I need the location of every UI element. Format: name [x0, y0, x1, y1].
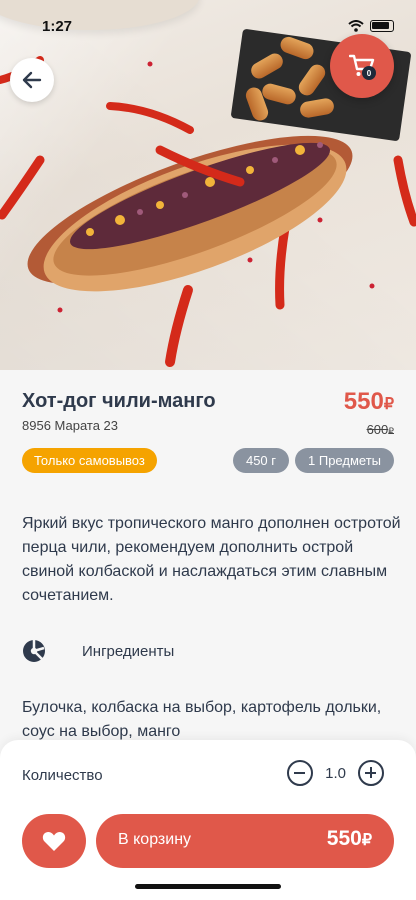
back-arrow-icon — [22, 71, 42, 89]
price-currency: ₽ — [383, 396, 394, 413]
home-indicator[interactable] — [135, 884, 281, 889]
battery-icon — [370, 20, 394, 32]
quantity-stepper: 1.0 — [287, 760, 384, 786]
ingredients-header[interactable]: Ингредиенты — [22, 638, 402, 664]
pickup-only-badge: Только самовывоз — [22, 448, 157, 473]
product-price: 550₽ — [344, 388, 394, 416]
ingredients-text: Булочка, колбаска на выбор, картофель до… — [22, 699, 382, 740]
cart-count-badge: 0 — [362, 66, 376, 80]
quantity-label: Количество — [22, 767, 103, 784]
status-icons — [348, 20, 394, 32]
add-to-cart-label: В корзину — [118, 831, 192, 848]
add-price-value: 550 — [326, 827, 362, 850]
heart-icon — [42, 831, 66, 851]
product-title: Хот-дог чили-манго — [22, 390, 216, 412]
items-chip: 1 Предметы — [295, 448, 394, 473]
ingredients-icon — [23, 640, 45, 662]
favorite-button[interactable] — [22, 814, 86, 868]
add-to-cart-price: 550₽ — [327, 827, 372, 851]
product-address: 8956 Марата 23 — [22, 418, 119, 433]
add-to-cart-button[interactable]: В корзину 550₽ — [96, 814, 394, 868]
product-description: Яркий вкус тропического манго дополнен о… — [22, 515, 401, 604]
quantity-value: 1.0 — [325, 764, 346, 782]
minus-icon[interactable] — [287, 760, 314, 786]
bottom-bar: Количество 1.0 В корзину 550₽ — [0, 740, 416, 900]
plus-icon[interactable] — [358, 760, 384, 786]
ingredients-label: Ингредиенты — [82, 642, 175, 660]
wifi-icon — [348, 20, 364, 32]
old-price-currency: ₽ — [388, 426, 394, 436]
weight-chip: 450 г — [232, 448, 290, 473]
add-price-currency: ₽ — [361, 832, 372, 849]
old-price-value: 600 — [366, 422, 389, 437]
status-time: 1:27 — [42, 18, 73, 35]
cart-button[interactable]: 0 — [330, 34, 394, 98]
old-price: 600₽ — [367, 422, 394, 437]
product-chips: 450 г 1 Предметы — [232, 448, 394, 473]
price-value: 550 — [343, 388, 384, 415]
back-button[interactable] — [10, 58, 54, 102]
